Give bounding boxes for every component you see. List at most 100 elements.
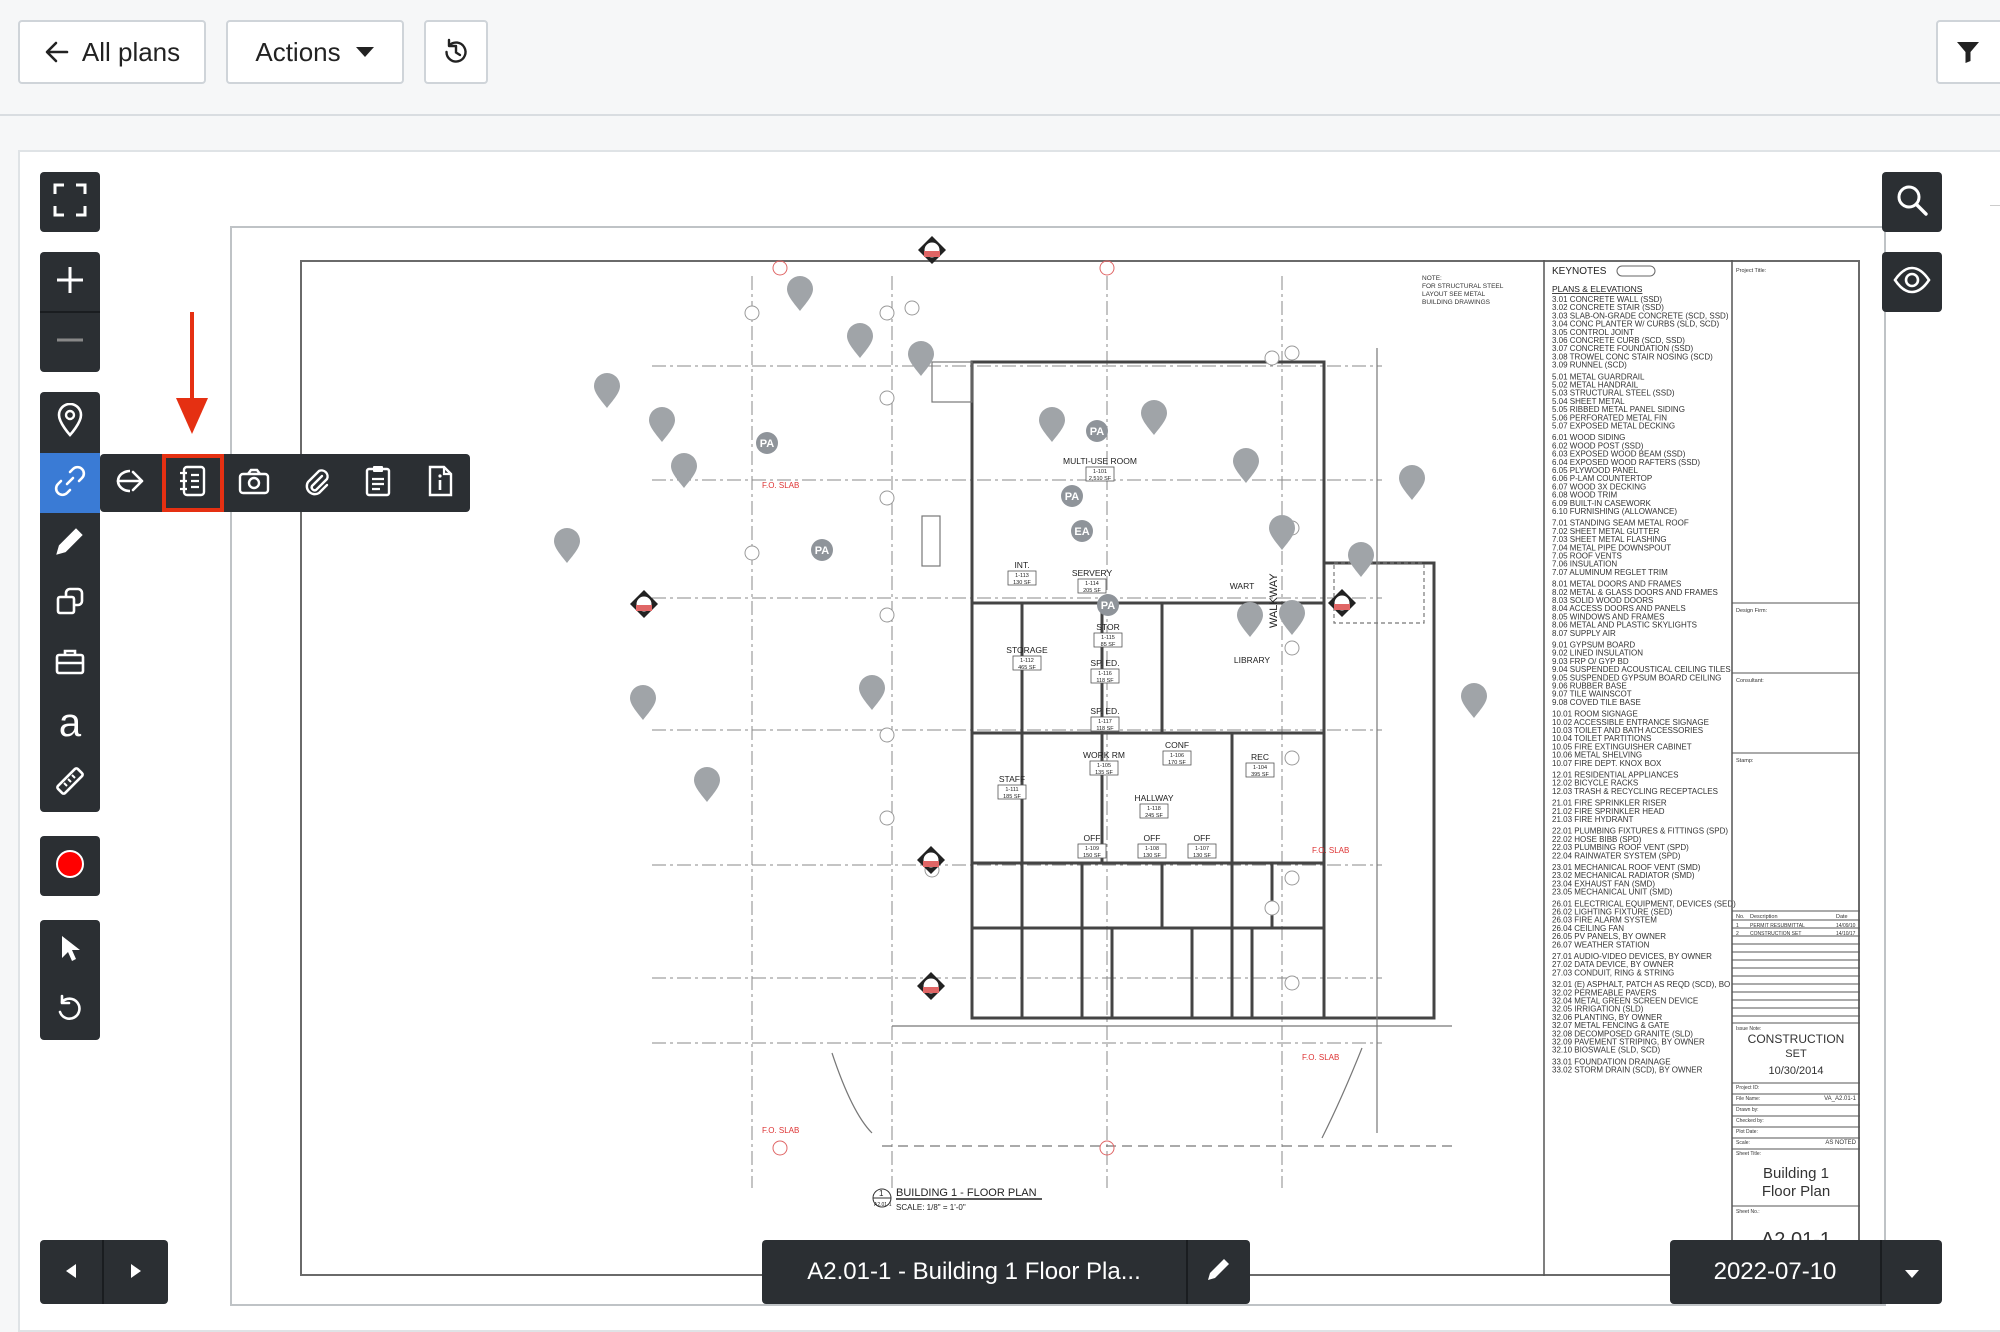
actions-label: Actions bbox=[255, 36, 341, 67]
toolbox-tool[interactable] bbox=[40, 633, 100, 693]
issue-pin-icon[interactable] bbox=[554, 528, 580, 563]
link-clipboard-tool[interactable] bbox=[348, 454, 408, 512]
tag-badge[interactable]: PA bbox=[811, 539, 833, 561]
design-firm-label: Design Firm: bbox=[1736, 608, 1768, 614]
tag-badge[interactable]: PA bbox=[1061, 485, 1083, 507]
grid-bubble bbox=[1284, 640, 1300, 656]
fullscreen-button[interactable] bbox=[40, 172, 100, 232]
room-area: 245 SF bbox=[1145, 813, 1163, 819]
issue-pin-icon[interactable] bbox=[787, 276, 813, 311]
file-name-label: File Name: bbox=[1736, 1096, 1760, 1102]
keynote-item: 33.02 STORM DRAIN (SCD), BY OWNER bbox=[1552, 1066, 1703, 1075]
keynote-item: 12.03 TRASH & RECYCLING RECEPTACLES bbox=[1552, 787, 1718, 796]
tag-badge[interactable]: PA bbox=[1086, 420, 1108, 442]
revision-date-bar: 2022-07-10 bbox=[1670, 1240, 1942, 1304]
issue-pin-icon[interactable] bbox=[649, 407, 675, 442]
room-label: STAFF 1-111185 SF bbox=[997, 774, 1027, 800]
issue-pin-icon[interactable] bbox=[1399, 465, 1425, 500]
room-number: 1-113 bbox=[1015, 573, 1029, 579]
link-attachment-tool[interactable] bbox=[286, 454, 346, 512]
issue-pin-icon[interactable] bbox=[630, 685, 656, 720]
camera-icon bbox=[237, 466, 271, 501]
select-tool[interactable] bbox=[40, 920, 100, 980]
text-tool[interactable]: a bbox=[40, 693, 100, 753]
next-sheet-button[interactable] bbox=[104, 1240, 168, 1304]
pen-tool[interactable] bbox=[40, 513, 100, 573]
room-label: SP. ED. 1-117118 SF bbox=[1090, 706, 1119, 732]
sheet-link-icon bbox=[177, 464, 209, 503]
all-plans-button[interactable]: All plans bbox=[18, 20, 206, 84]
caption-title: BUILDING 1 - FLOOR PLAN bbox=[896, 1187, 1037, 1199]
zoom-out-button[interactable] bbox=[40, 312, 100, 372]
room-label: REC 1-104395 SF bbox=[1245, 752, 1275, 778]
section-marker-icon[interactable] bbox=[918, 236, 946, 264]
grid-bubble bbox=[1284, 345, 1300, 361]
issue-pin-icon[interactable] bbox=[1233, 448, 1259, 483]
issue-pin-icon[interactable] bbox=[1039, 407, 1065, 442]
slab-label-bottom-right: F.O. SLAB bbox=[1302, 1053, 1339, 1062]
zoom-in-button[interactable] bbox=[40, 252, 100, 312]
section-marker-icon[interactable] bbox=[917, 972, 945, 1000]
issue-pin-icon[interactable] bbox=[1269, 515, 1295, 550]
issue-pin-icon[interactable] bbox=[1461, 683, 1487, 718]
room-name: WART bbox=[1230, 581, 1255, 591]
sheet-name-label: A2.01-1 - Building 1 Floor Pla... bbox=[807, 1258, 1141, 1285]
minus-icon bbox=[55, 325, 85, 360]
tag-badge[interactable]: EA bbox=[1071, 520, 1093, 542]
caret-left-icon bbox=[65, 1258, 77, 1286]
slab-label-top: F.O. SLAB bbox=[762, 481, 799, 490]
issue-pin-icon[interactable] bbox=[847, 323, 873, 358]
note-line-2: FOR STRUCTURAL STEEL bbox=[1422, 283, 1504, 290]
issue-pin-icon[interactable] bbox=[1348, 542, 1374, 577]
grid-bubble bbox=[1264, 350, 1280, 366]
filter-button[interactable] bbox=[1936, 20, 2000, 84]
undo-button[interactable] bbox=[40, 980, 100, 1040]
issue-pin-icon[interactable] bbox=[1279, 600, 1305, 635]
search-button[interactable] bbox=[1882, 172, 1942, 232]
link-arrow-tool[interactable] bbox=[100, 454, 160, 512]
revision-dropdown-button[interactable] bbox=[1882, 1240, 1942, 1304]
actions-dropdown[interactable]: Actions bbox=[226, 20, 404, 84]
link-document-tool[interactable] bbox=[410, 454, 470, 512]
tag-badge[interactable]: PA bbox=[756, 432, 778, 454]
room-number: 1-106 bbox=[1170, 753, 1184, 759]
record-button[interactable] bbox=[40, 836, 100, 896]
link-photo-tool[interactable] bbox=[224, 454, 284, 512]
issue-pin-icon[interactable] bbox=[1237, 602, 1263, 637]
drawn-by-label: Drawn by: bbox=[1736, 1107, 1759, 1113]
project-title-label: Project Title: bbox=[1736, 268, 1767, 274]
issue-pin-icon[interactable] bbox=[859, 675, 885, 710]
room-name: HALLWAY bbox=[1134, 793, 1173, 803]
previous-sheet-button[interactable] bbox=[40, 1240, 104, 1304]
issue-pin-icon[interactable] bbox=[908, 341, 934, 376]
room-number: 1-112 bbox=[1020, 658, 1034, 664]
clipboard-icon bbox=[363, 464, 393, 503]
link-tool[interactable] bbox=[40, 453, 100, 513]
keynotes-title: KEYNOTES bbox=[1552, 266, 1607, 277]
map-pin-icon bbox=[55, 402, 85, 442]
history-button[interactable] bbox=[424, 20, 488, 84]
all-plans-label: All plans bbox=[81, 36, 181, 67]
sheet-pager bbox=[40, 1240, 168, 1304]
section-marker-icon[interactable] bbox=[630, 590, 658, 618]
tag-label: PA bbox=[1101, 600, 1116, 612]
keynote-item: 5.07 EXPOSED METAL DECKING bbox=[1552, 422, 1675, 431]
issue-pin-icon[interactable] bbox=[1141, 400, 1167, 435]
arrow-link-icon bbox=[113, 466, 147, 501]
measure-tool[interactable] bbox=[40, 753, 100, 813]
tag-badge[interactable]: PA bbox=[1097, 594, 1119, 616]
shapes-tool[interactable] bbox=[40, 573, 100, 633]
pin-tool[interactable] bbox=[40, 392, 100, 452]
revision-date-selector[interactable]: 2022-07-10 bbox=[1670, 1240, 1882, 1304]
visibility-button[interactable] bbox=[1882, 252, 1942, 312]
sheet-name-selector[interactable]: A2.01-1 - Building 1 Floor Pla... bbox=[762, 1240, 1188, 1304]
issue-pin-icon[interactable] bbox=[694, 767, 720, 802]
section-marker-icon[interactable] bbox=[917, 846, 945, 874]
issue-pin-icon[interactable] bbox=[671, 453, 697, 488]
edit-sheet-button[interactable] bbox=[1188, 1240, 1250, 1304]
caret-down-icon bbox=[1904, 1258, 1920, 1286]
link-sheet-tool[interactable] bbox=[162, 454, 224, 512]
issue-pin-icon[interactable] bbox=[594, 373, 620, 408]
section-marker-icon[interactable] bbox=[1328, 589, 1356, 617]
rev-header-date: Date bbox=[1836, 914, 1848, 920]
